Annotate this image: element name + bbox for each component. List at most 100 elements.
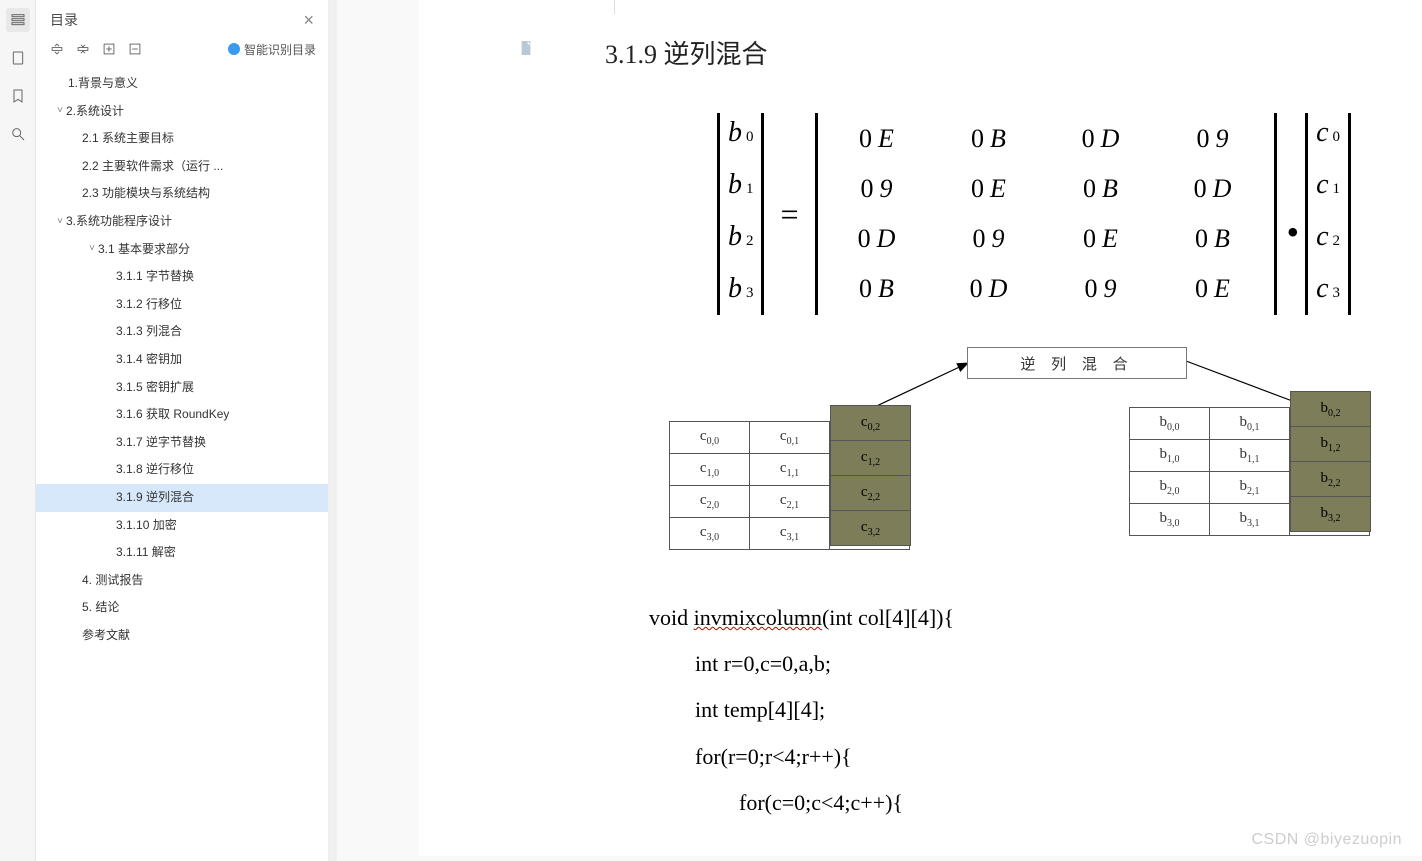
vector-entry: b0: [728, 117, 754, 155]
matrix-bar: [717, 113, 720, 315]
matrix-bar: [1274, 113, 1277, 315]
toc-item[interactable]: 3.1.5 密钥扩展: [36, 374, 328, 402]
chevron-down-icon: ˅: [86, 240, 98, 258]
toc-item-label: 5. 结论: [82, 597, 119, 619]
matrix-bar: [815, 113, 818, 315]
c-grid-hi-cell: c2,2: [831, 476, 911, 511]
expand-all-icon[interactable]: [74, 40, 92, 58]
b-grid-hi-cell: b3,2: [1291, 497, 1371, 532]
matrix-cell: 0E: [822, 114, 934, 164]
toc-item[interactable]: 3.1.6 获取 RoundKey: [36, 401, 328, 429]
b-grid-cell: b2,0: [1130, 472, 1210, 504]
smart-detect-button[interactable]: 智能识别目录: [228, 41, 316, 58]
matrix-cell: 0D: [1046, 114, 1158, 164]
c-grid-cell: c0,0: [670, 422, 750, 454]
b-highlight-column: b0,2b1,2b2,2b3,2: [1290, 391, 1371, 532]
toc-item[interactable]: 3.1.2 行移位: [36, 291, 328, 319]
toc-item[interactable]: ˅3.1 基本要求部分: [36, 236, 328, 264]
toc-item[interactable]: 4. 测试报告: [36, 567, 328, 595]
smart-detect-dot-icon: [228, 43, 240, 55]
toc-item[interactable]: 1.背景与意义: [36, 70, 328, 98]
toc-item[interactable]: 3.1.7 逆字节替换: [36, 429, 328, 457]
matrix-bar: [1348, 113, 1351, 315]
toc-item[interactable]: ˅2.系统设计: [36, 98, 328, 126]
paragraph-handle-icon[interactable]: [519, 40, 533, 61]
matrix-cell: 0D: [934, 264, 1046, 314]
outline-icon[interactable]: [6, 8, 30, 32]
vector-entry: c0: [1316, 117, 1340, 155]
c-vector: c0c1c2c3: [1312, 113, 1344, 315]
underlined-word: invmixcolumn: [694, 605, 822, 630]
toc-list: 1.背景与意义˅2.系统设计2.1 系统主要目标2.2 主要软件需求（运行 ..…: [36, 66, 328, 661]
smart-detect-label: 智能识别目录: [244, 41, 316, 58]
matrix-cell: 0D: [822, 214, 934, 264]
toc-item[interactable]: 3.1.11 解密: [36, 539, 328, 567]
b-grid-hi-cell: b0,2: [1291, 392, 1371, 427]
toc-item[interactable]: 3.1.8 逆行移位: [36, 456, 328, 484]
c-grid-cell: c1,0: [670, 454, 750, 486]
toc-item-label: 3.1 基本要求部分: [98, 239, 190, 261]
toc-item-label: 3.1.11 解密: [116, 542, 176, 564]
toc-item[interactable]: 5. 结论: [36, 594, 328, 622]
matrix-cell: 0B: [1046, 164, 1158, 214]
c-grid-cell: c2,0: [670, 486, 750, 518]
matrix-cell: 09: [1046, 264, 1158, 314]
toc-item-label: 2.2 主要软件需求（运行 ...: [82, 156, 223, 178]
close-icon[interactable]: ×: [303, 11, 314, 29]
toc-item-label: 2.3 功能模块与系统结构: [82, 183, 210, 205]
toc-item[interactable]: 3.1.1 字节替换: [36, 263, 328, 291]
toc-item-label: 3.1.6 获取 RoundKey: [116, 404, 229, 426]
c-grid-cell: c2,1: [750, 486, 830, 518]
add-heading-icon[interactable]: [100, 40, 118, 58]
toc-item[interactable]: ˅3.系统功能程序设计: [36, 208, 328, 236]
b-grid-cell: b1,0: [1130, 440, 1210, 472]
page-icon[interactable]: [6, 46, 30, 70]
left-rail: [0, 0, 36, 861]
c-grid-cell: c1,1: [750, 454, 830, 486]
toc-item-label: 3.1.4 密钥加: [116, 349, 182, 371]
code-line: int r=0,c=0,a,b;: [649, 641, 1422, 687]
matrix-cell: 0E: [934, 164, 1046, 214]
section-heading: 3.1.9 逆列混合: [419, 0, 1422, 77]
b-vector: b0 b1 b2 b3: [724, 113, 758, 315]
code-line: for(r=0;r<4;r++){: [649, 734, 1422, 780]
toc-item[interactable]: 3.1.4 密钥加: [36, 346, 328, 374]
toc-item-label: 参考文献: [82, 625, 130, 647]
page-margin-marker: [614, 0, 615, 14]
chevron-down-icon: ˅: [54, 213, 66, 231]
vector-entry: b2: [728, 221, 754, 259]
b-grid-cell: b0,0: [1130, 408, 1210, 440]
toc-item-label: 1.背景与意义: [68, 73, 138, 95]
toc-item-label: 4. 测试报告: [82, 570, 143, 592]
collapse-all-icon[interactable]: [48, 40, 66, 58]
vector-entry: b3: [728, 273, 754, 311]
toc-item[interactable]: 2.3 功能模块与系统结构: [36, 180, 328, 208]
matrix-bar: [761, 113, 764, 315]
toc-item[interactable]: 2.2 主要软件需求（运行 ...: [36, 153, 328, 181]
toc-item-label: 2.1 系统主要目标: [82, 128, 174, 150]
toc-item[interactable]: 2.1 系统主要目标: [36, 125, 328, 153]
toc-item[interactable]: 3.1.9 逆列混合: [36, 484, 328, 512]
toc-item-label: 2.系统设计: [66, 101, 124, 123]
toc-item[interactable]: 3.1.10 加密: [36, 512, 328, 540]
coefficient-matrix: 0E0B0D09090E0B0D0D090E0B0B0D090E: [822, 114, 1270, 314]
search-icon[interactable]: [6, 122, 30, 146]
vector-entry: b1: [728, 169, 754, 207]
toc-item[interactable]: 3.1.3 列混合: [36, 318, 328, 346]
matrix-cell: 0E: [1046, 214, 1158, 264]
diagram-label-box: 逆 列 混 合: [967, 347, 1187, 379]
code-line: int temp[4][4];: [649, 687, 1422, 733]
remove-heading-icon[interactable]: [126, 40, 144, 58]
toc-item-label: 3.1.2 行移位: [116, 294, 182, 316]
toc-item[interactable]: 参考文献: [36, 622, 328, 650]
code-block: void invmixcolumn(int col[4][4]){ int r=…: [419, 573, 1422, 826]
code-line: for(c=0;c<4;c++){: [649, 780, 1422, 826]
toc-item-label: 3.1.8 逆行移位: [116, 459, 194, 481]
bookmark-icon[interactable]: [6, 84, 30, 108]
b-grid-hi-cell: b1,2: [1291, 427, 1371, 462]
matrix-bar: [1305, 113, 1308, 315]
vector-entry: c2: [1316, 221, 1340, 259]
b-grid-hi-cell: b2,2: [1291, 462, 1371, 497]
chevron-down-icon: ˅: [54, 102, 66, 120]
toc-sidebar: 目录 × 智能识别目录 1.背景与意义˅2.系统设计2.1 系统主要目标2.2 …: [36, 0, 329, 861]
